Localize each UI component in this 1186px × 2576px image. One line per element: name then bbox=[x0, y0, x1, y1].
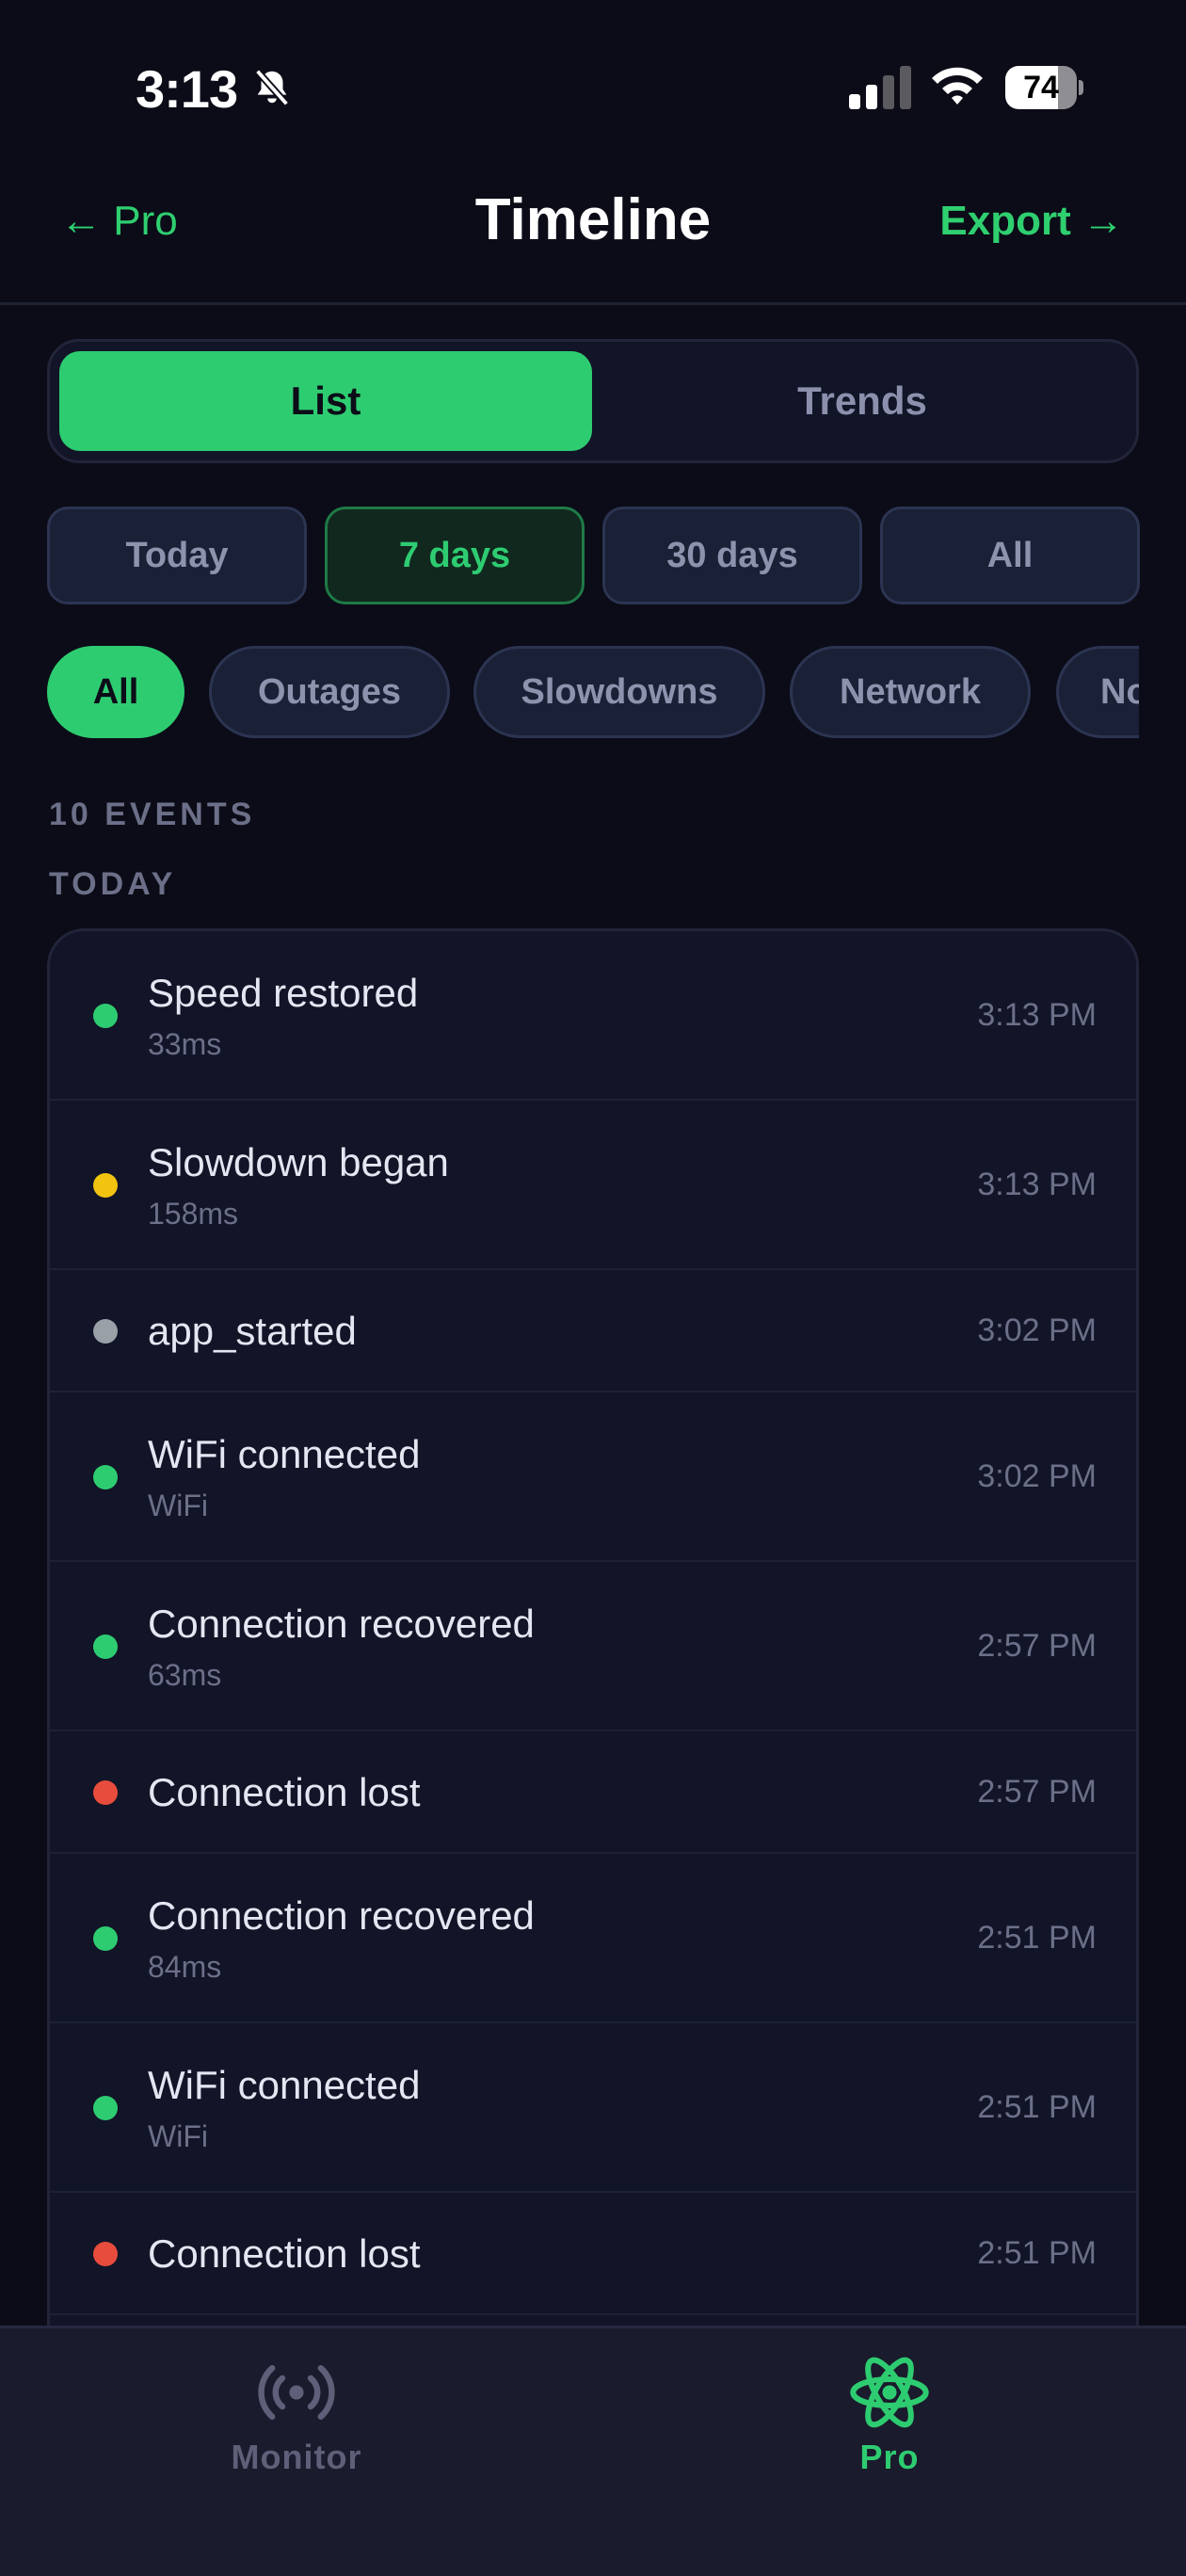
wifi-icon bbox=[932, 67, 983, 105]
type-filter-all[interactable]: All bbox=[47, 646, 184, 738]
event-detail: 84ms bbox=[148, 1950, 222, 1984]
event-title: WiFi connected bbox=[148, 2063, 421, 2107]
section-header-today: TODAY bbox=[49, 866, 177, 902]
status-time: 3:13 bbox=[136, 59, 238, 119]
range-filter-all[interactable]: All bbox=[880, 507, 1140, 604]
tab-pro-label: Pro bbox=[859, 2438, 920, 2476]
event-row[interactable]: Connection lost 2:51 PM bbox=[50, 2193, 1136, 2315]
type-filter-scroller[interactable]: All Outages Slowdowns Network No bbox=[47, 646, 1139, 740]
battery-indicator: 74 bbox=[1005, 66, 1083, 109]
event-row[interactable]: Speed restored 33ms 3:13 PM bbox=[50, 931, 1136, 1101]
tab-monitor-label: Monitor bbox=[231, 2438, 362, 2476]
event-detail: WiFi bbox=[148, 1489, 208, 1522]
event-detail: 158ms bbox=[148, 1197, 239, 1231]
broadcast-icon bbox=[258, 2364, 335, 2421]
event-title: app_started bbox=[148, 1309, 357, 1353]
view-toggle-trends[interactable]: Trends bbox=[596, 351, 1129, 451]
status-dot bbox=[93, 1465, 118, 1489]
event-row[interactable]: Slowdown began 158ms 3:13 PM bbox=[50, 1101, 1136, 1270]
range-filter-7-days[interactable]: 7 days bbox=[325, 507, 585, 604]
type-filter-notifications[interactable]: No bbox=[1056, 646, 1139, 738]
status-dot bbox=[93, 1004, 118, 1028]
event-title: Connection lost bbox=[148, 2231, 421, 2276]
export-button[interactable]: Export → bbox=[939, 198, 1124, 245]
event-detail: 33ms bbox=[148, 1027, 222, 1061]
tab-pro[interactable]: Pro bbox=[593, 2328, 1186, 2517]
event-count: 10 EVENTS bbox=[49, 797, 256, 832]
navigation-bar: ← Pro Timeline Export → bbox=[0, 169, 1186, 305]
range-filter-today[interactable]: Today bbox=[47, 507, 307, 604]
type-filter-outages[interactable]: Outages bbox=[209, 646, 450, 738]
cellular-signal-icon bbox=[849, 66, 911, 109]
status-dot bbox=[93, 2242, 118, 2266]
event-title: WiFi connected bbox=[148, 1432, 421, 1476]
battery-percent: 74 bbox=[1023, 70, 1059, 105]
view-toggle: List Trends bbox=[47, 339, 1139, 463]
type-filter-slowdowns[interactable]: Slowdowns bbox=[473, 646, 765, 738]
view-toggle-list[interactable]: List bbox=[59, 351, 592, 451]
event-time: 3:13 PM bbox=[977, 997, 1097, 1033]
status-dot bbox=[93, 1926, 118, 1951]
event-time: 3:02 PM bbox=[977, 1312, 1097, 1348]
status-dot bbox=[93, 2096, 118, 2120]
event-row[interactable]: app_started 3:02 PM bbox=[50, 1270, 1136, 1393]
event-detail: 63ms bbox=[148, 1658, 222, 1692]
status-dot bbox=[93, 1634, 118, 1659]
event-title: Speed restored bbox=[148, 971, 419, 1015]
event-detail: WiFi bbox=[148, 2119, 208, 2153]
tab-monitor[interactable]: Monitor bbox=[0, 2328, 593, 2517]
event-row[interactable]: Connection recovered 63ms 2:57 PM bbox=[50, 1562, 1136, 1731]
atom-icon bbox=[850, 2357, 929, 2428]
event-row[interactable]: WiFi connected WiFi 2:51 PM bbox=[50, 2023, 1136, 2193]
status-dot bbox=[93, 1780, 118, 1805]
range-filter-30-days[interactable]: 30 days bbox=[602, 507, 862, 604]
event-time: 3:13 PM bbox=[977, 1167, 1097, 1202]
event-row[interactable]: Connection lost 2:57 PM bbox=[50, 1731, 1136, 1854]
status-dot bbox=[93, 1319, 118, 1344]
event-title: Connection recovered bbox=[148, 1602, 535, 1646]
event-time: 3:02 PM bbox=[977, 1458, 1097, 1494]
event-time: 2:51 PM bbox=[977, 2089, 1097, 2125]
event-title: Connection recovered bbox=[148, 1893, 535, 1938]
status-bar: 3:13 74 bbox=[0, 0, 1186, 169]
status-dot bbox=[93, 1173, 118, 1198]
bell-slash-icon bbox=[254, 69, 290, 106]
event-time: 2:57 PM bbox=[977, 1628, 1097, 1664]
event-title: Connection lost bbox=[148, 1770, 421, 1814]
event-row[interactable]: WiFi connected WiFi 3:02 PM bbox=[50, 1393, 1136, 1562]
event-time: 2:51 PM bbox=[977, 2235, 1097, 2271]
back-button[interactable]: ← Pro bbox=[60, 198, 178, 245]
event-time: 2:51 PM bbox=[977, 1920, 1097, 1956]
event-time: 2:57 PM bbox=[977, 1774, 1097, 1810]
event-title: Slowdown began bbox=[148, 1140, 449, 1184]
type-filter-network[interactable]: Network bbox=[790, 646, 1031, 738]
tab-bar: Monitor Pro bbox=[0, 2326, 1186, 2576]
event-row[interactable]: Connection recovered 84ms 2:51 PM bbox=[50, 1854, 1136, 2023]
